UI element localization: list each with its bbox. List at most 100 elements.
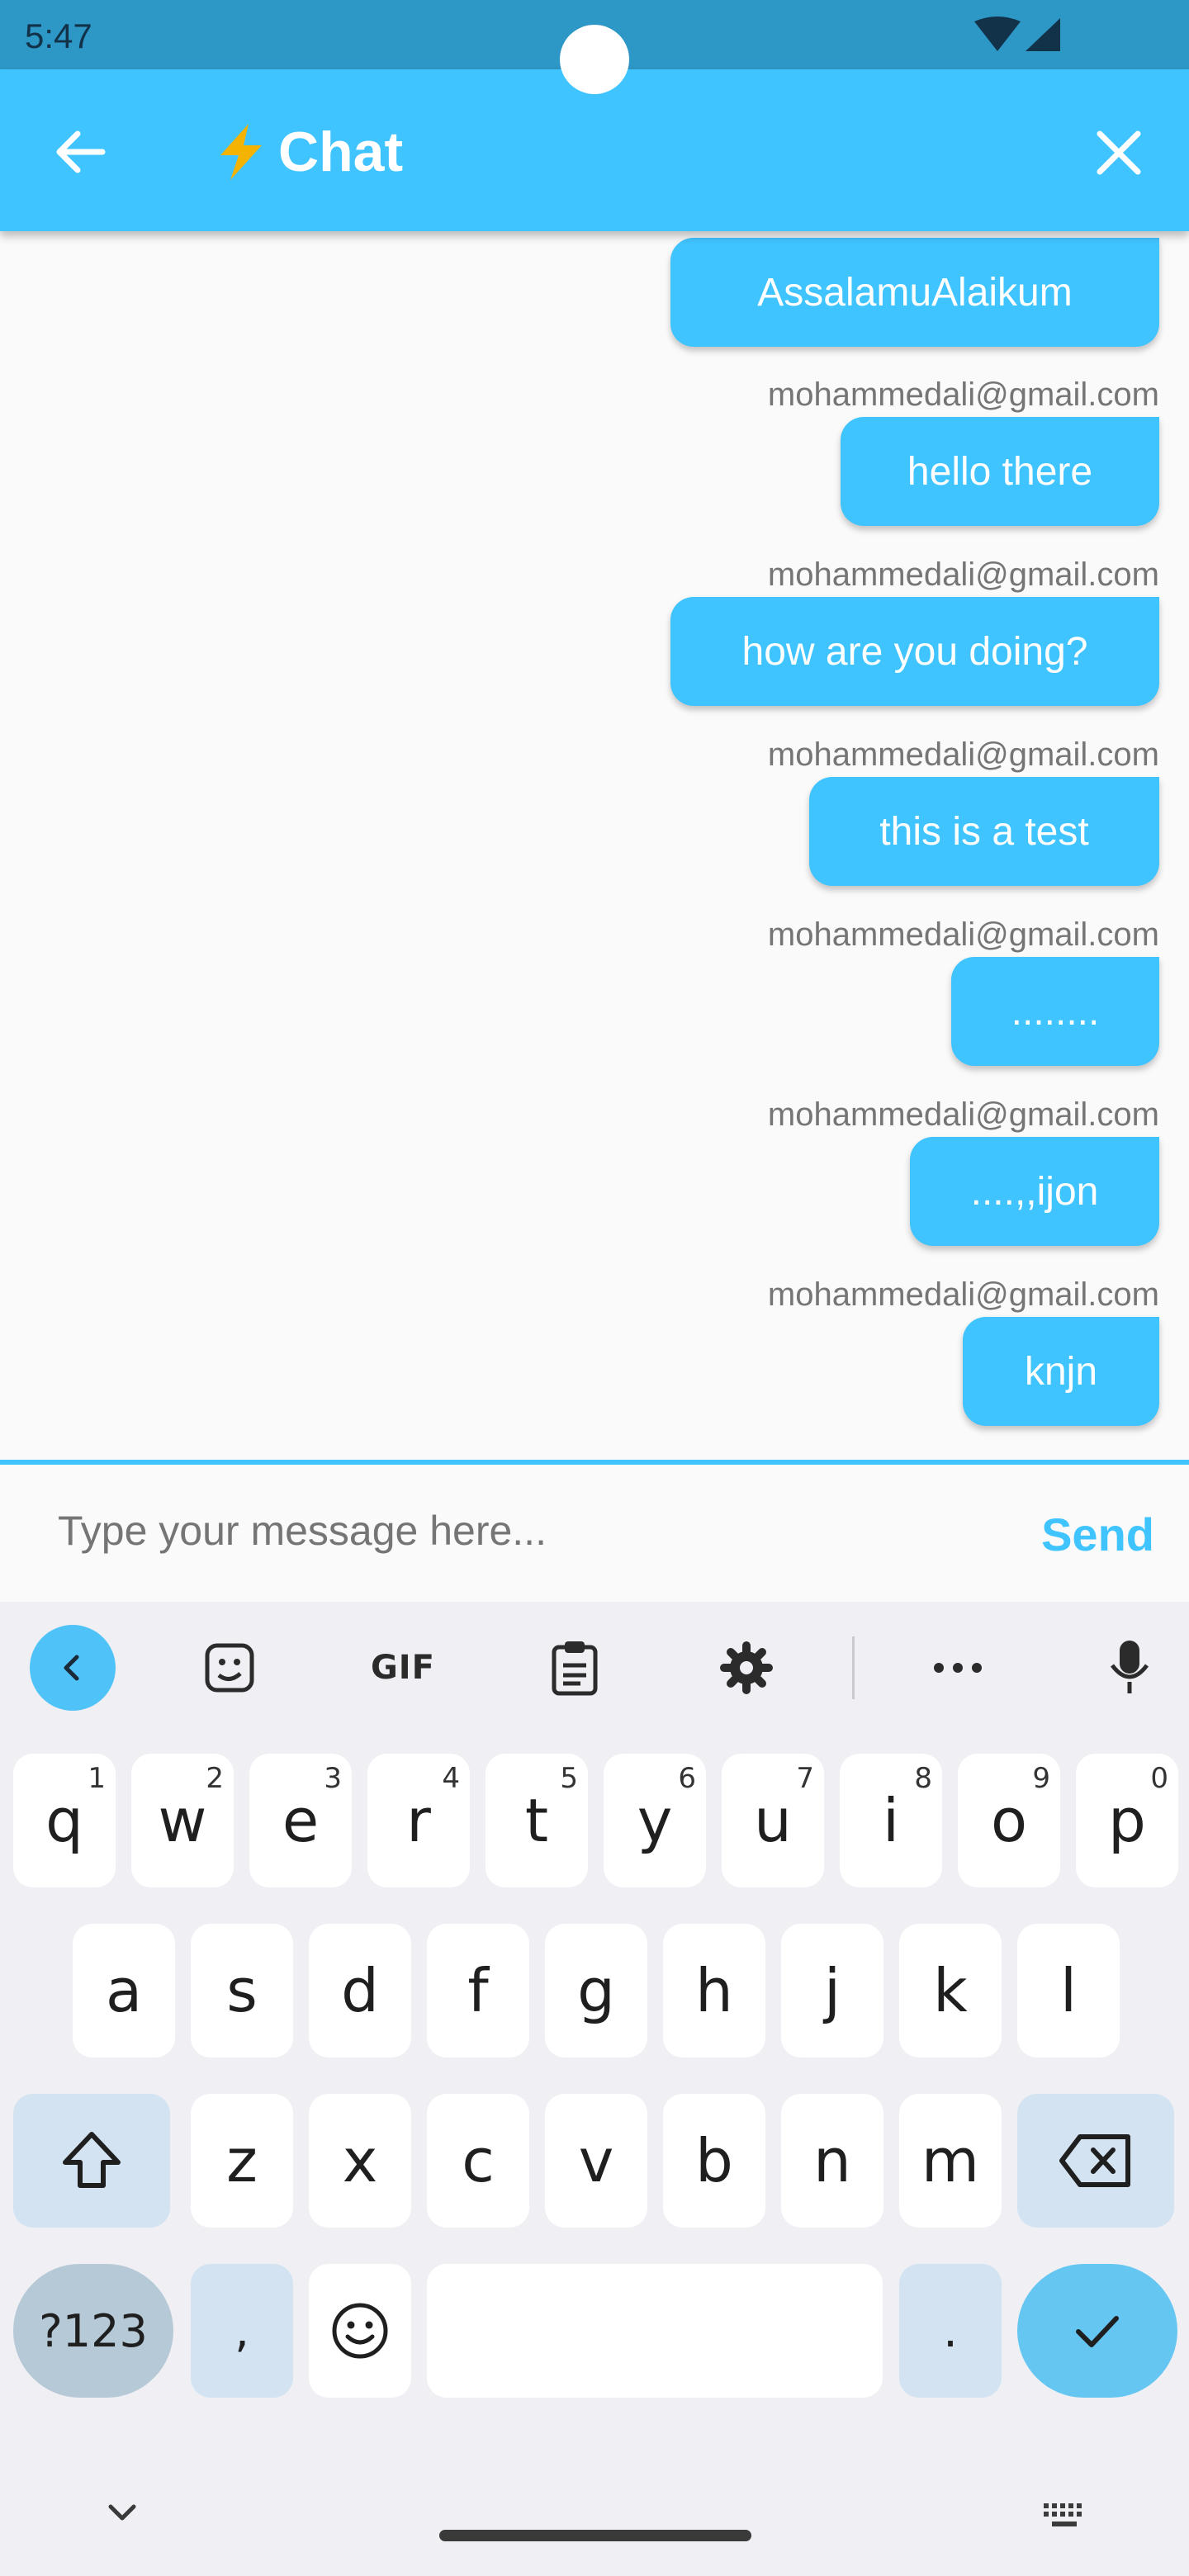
shift-icon [63, 2132, 121, 2188]
message-bubble: how are you doing? [670, 597, 1159, 706]
arrow-left-icon[interactable] [48, 119, 114, 185]
shift-key[interactable] [13, 2094, 170, 2228]
emoji-key[interactable] [309, 2264, 411, 2398]
key-label: q [45, 1786, 83, 1855]
key-hint: 0 [1150, 1762, 1168, 1795]
emoji-icon [332, 2303, 388, 2359]
message-item: mohammedali@gmail.com how are you doing? [670, 556, 1159, 706]
message-bubble: knjn [963, 1317, 1159, 1426]
key-m[interactable]: m [899, 2094, 1002, 2228]
soft-keyboard: GIF q1 w2 e3 r4 t5 y6 u7 i8 o9 p0 a s d … [0, 1602, 1189, 2576]
key-hint: 4 [442, 1762, 460, 1795]
message-item: mohammedali@gmail.com this is a test [768, 736, 1159, 886]
key-label: y [637, 1786, 673, 1855]
key-r[interactable]: r4 [367, 1754, 470, 1887]
key-p[interactable]: p0 [1076, 1754, 1178, 1887]
sticker-icon[interactable] [187, 1625, 272, 1711]
key-w[interactable]: w2 [131, 1754, 234, 1887]
key-f[interactable]: f [427, 1924, 529, 2057]
enter-key[interactable] [1017, 2264, 1177, 2398]
key-hint: 1 [88, 1762, 106, 1795]
key-n[interactable]: n [781, 2094, 883, 2228]
more-icon[interactable] [915, 1625, 1001, 1711]
settings-icon[interactable] [703, 1625, 789, 1711]
key-label: w [158, 1786, 207, 1855]
message-bubble: hello there [841, 417, 1159, 526]
gif-label: GIF [370, 1649, 436, 1687]
camera-cutout [560, 25, 629, 94]
lightning-bolt-icon [220, 124, 262, 180]
key-j[interactable]: j [781, 1924, 883, 2057]
message-list[interactable]: AssalamuAlaikum mohammedali@gmail.com he… [0, 231, 1189, 1463]
message-composer: Send [0, 1460, 1189, 1602]
space-key[interactable] [427, 2264, 883, 2398]
symbols-key[interactable]: ?123 [13, 2264, 173, 2398]
backspace-key[interactable] [1017, 2094, 1174, 2228]
key-t[interactable]: t5 [486, 1754, 588, 1887]
key-a[interactable]: a [73, 1924, 175, 2057]
key-e[interactable]: e3 [249, 1754, 352, 1887]
key-z[interactable]: z [191, 2094, 293, 2228]
message-item: AssalamuAlaikum [670, 238, 1159, 347]
key-label: e [282, 1786, 320, 1855]
key-c[interactable]: c [427, 2094, 529, 2228]
status-time: 5:47 [25, 17, 92, 55]
home-indicator[interactable] [439, 2530, 751, 2541]
message-sender: mohammedali@gmail.com [767, 1096, 1159, 1133]
keyboard-toolbar: GIF [0, 1602, 1189, 1734]
key-k[interactable]: k [899, 1924, 1002, 2057]
key-d[interactable]: d [309, 1924, 411, 2057]
page-title-container: Chat [211, 115, 403, 189]
send-button[interactable]: Send [1041, 1508, 1154, 1561]
message-sender: mohammedali@gmail.com [767, 376, 1159, 413]
key-o[interactable]: o9 [958, 1754, 1060, 1887]
key-hint: 8 [914, 1762, 932, 1795]
key-q[interactable]: q1 [13, 1754, 116, 1887]
page-title: Chat [278, 121, 404, 183]
key-label: t [524, 1786, 549, 1855]
key-hint: 3 [324, 1762, 342, 1795]
key-i[interactable]: i8 [840, 1754, 942, 1887]
microphone-icon[interactable] [1087, 1625, 1172, 1711]
cell-signal-icon [1026, 18, 1060, 51]
key-label: p [1108, 1786, 1146, 1855]
signal-icons [974, 17, 1060, 51]
key-g[interactable]: g [545, 1924, 647, 2057]
key-hint: 2 [206, 1762, 224, 1795]
key-hint: 9 [1032, 1762, 1050, 1795]
message-sender: mohammedali@gmail.com [767, 556, 1159, 593]
key-h[interactable]: h [663, 1924, 765, 2057]
message-item: mohammedali@gmail.com ....,,ijon [768, 1096, 1159, 1246]
comma-key[interactable]: , [191, 2264, 293, 2398]
clipboard-icon[interactable] [532, 1625, 618, 1711]
key-label: o [990, 1786, 1028, 1855]
backspace-icon [1059, 2134, 1130, 2187]
message-item: mohammedali@gmail.com knjn [768, 1276, 1159, 1426]
message-bubble: AssalamuAlaikum [670, 238, 1159, 347]
close-icon[interactable] [1090, 124, 1148, 182]
message-item: mohammedali@gmail.com hello there [768, 376, 1159, 526]
key-b[interactable]: b [663, 2094, 765, 2228]
keyboard-switch-icon[interactable] [1042, 2502, 1088, 2530]
message-input[interactable] [58, 1498, 966, 1564]
period-key[interactable]: . [899, 2264, 1002, 2398]
gif-button[interactable]: GIF [360, 1625, 446, 1711]
wifi-icon [974, 17, 1021, 51]
message-bubble: ....,,ijon [910, 1137, 1159, 1246]
key-v[interactable]: v [545, 2094, 647, 2228]
key-hint: 7 [796, 1762, 814, 1795]
key-y[interactable]: y6 [604, 1754, 706, 1887]
key-x[interactable]: x [309, 2094, 411, 2228]
key-hint: 5 [560, 1762, 578, 1795]
key-l[interactable]: l [1017, 1924, 1120, 2057]
key-hint: 6 [678, 1762, 696, 1795]
chat-screen: 5:47 Chat AssalamuAlaikum mohammedali@gm… [0, 0, 1189, 2576]
message-sender: mohammedali@gmail.com [767, 916, 1159, 953]
message-sender: mohammedali@gmail.com [767, 736, 1159, 773]
hide-keyboard-icon[interactable] [104, 2500, 140, 2525]
checkmark-icon [1076, 2316, 1119, 2347]
key-label: i [882, 1786, 899, 1855]
key-s[interactable]: s [191, 1924, 293, 2057]
key-u[interactable]: u7 [722, 1754, 824, 1887]
collapse-icon[interactable] [30, 1625, 116, 1711]
